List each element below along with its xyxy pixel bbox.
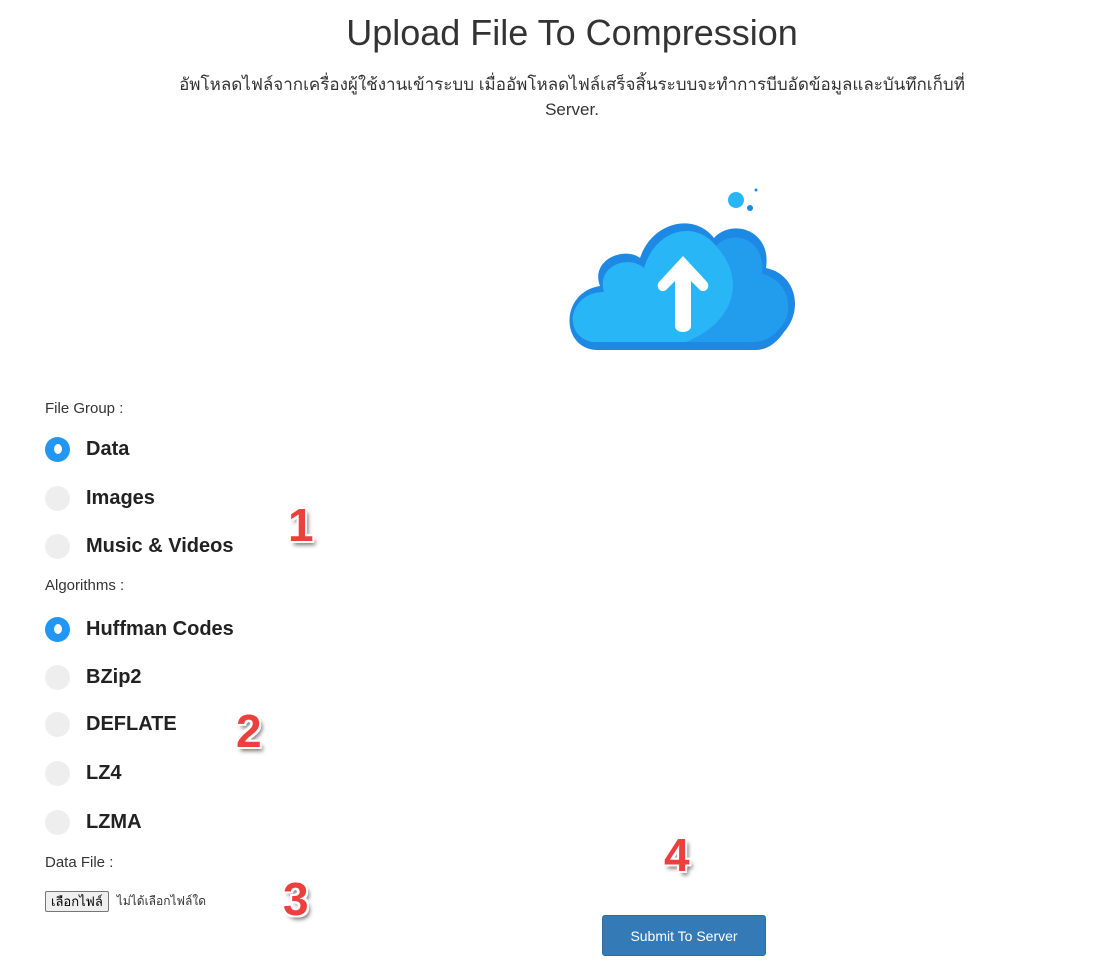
radio-algorithm-lz4[interactable]: LZ4 — [45, 758, 122, 788]
page-title: Upload File To Compression — [346, 12, 798, 53]
radio-label: Huffman Codes — [86, 617, 234, 640]
radio-algorithm-deflate[interactable]: DEFLATE — [45, 709, 177, 739]
data-file-label: Data File : — [45, 854, 114, 871]
cloud-upload-icon — [566, 182, 806, 364]
radio-file-group-music-videos[interactable]: Music & Videos — [45, 531, 233, 561]
radio-selected-icon[interactable] — [45, 616, 70, 642]
step-marker-3: 3 — [283, 873, 309, 925]
algorithms-label: Algorithms : — [45, 577, 125, 594]
step-marker-1: 1 — [288, 499, 314, 551]
radio-label: Data — [86, 437, 130, 460]
radio-label: BZip2 — [86, 665, 142, 688]
subtitle-line-1: อัพโหลดไฟล์จากเครื่องผู้ใช้งานเข้าระบบ เ… — [179, 75, 965, 94]
radio-algorithm-bzip2[interactable]: BZip2 — [45, 662, 142, 692]
radio-unselected-icon[interactable] — [45, 664, 70, 690]
radio-label: DEFLATE — [86, 712, 177, 735]
file-group-label: File Group : — [45, 400, 124, 417]
file-input[interactable]: เลือกไฟล์ ไม่ได้เลือกไฟล์ใด — [45, 889, 206, 913]
radio-label: Images — [86, 486, 155, 509]
radio-unselected-icon[interactable] — [45, 711, 70, 737]
radio-file-group-data[interactable]: Data — [45, 434, 129, 464]
file-status-text: ไม่ได้เลือกไฟล์ใด — [116, 893, 207, 908]
radio-unselected-icon[interactable] — [45, 809, 70, 835]
radio-label: LZ4 — [86, 761, 122, 784]
radio-unselected-icon[interactable] — [45, 533, 70, 559]
radio-algorithm-huffman[interactable]: Huffman Codes — [45, 614, 234, 644]
radio-selected-icon[interactable] — [45, 436, 70, 462]
radio-label: LZMA — [86, 810, 142, 833]
step-marker-4: 4 — [664, 829, 690, 881]
radio-unselected-icon[interactable] — [45, 485, 70, 511]
radio-file-group-images[interactable]: Images — [45, 483, 155, 513]
radio-label: Music & Videos — [86, 534, 234, 557]
subtitle-line-2: Server. — [545, 100, 599, 119]
choose-file-button[interactable]: เลือกไฟล์ — [45, 890, 109, 912]
page-subtitle: อัพโหลดไฟล์จากเครื่องผู้ใช้งานเข้าระบบ เ… — [0, 72, 1110, 122]
submit-to-server-button[interactable]: Submit To Server — [602, 915, 766, 956]
step-marker-2: 2 — [236, 705, 262, 757]
radio-unselected-icon[interactable] — [45, 760, 70, 786]
radio-algorithm-lzma[interactable]: LZMA — [45, 807, 142, 837]
